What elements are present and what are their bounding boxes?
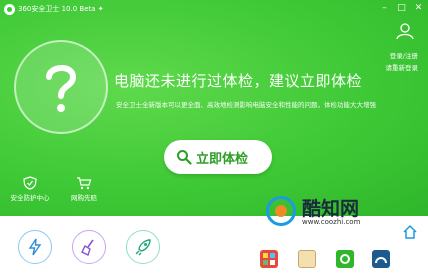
user-avatar-icon[interactable]: [394, 22, 416, 40]
watermark-url: www.coozhi.com: [302, 218, 361, 226]
app-window: 360安全卫士 10.0 Beta ✦ – □ ✕ 登录/注册 请重新登录 电脑…: [0, 0, 428, 273]
app-logo-icon: [4, 4, 15, 15]
watermark: 酷知网 www.coozhi.com: [262, 190, 402, 238]
status-panel: 360安全卫士 10.0 Beta ✦ – □ ✕ 登录/注册 请重新登录 电脑…: [0, 0, 428, 216]
watermark-name: 酷知网: [302, 198, 360, 220]
software-manager-icon[interactable]: [336, 250, 354, 268]
question-mark-icon: [46, 65, 77, 112]
watermark-logo-icon: [266, 196, 296, 226]
search-icon: [177, 150, 192, 165]
cleanup-button[interactable]: [72, 230, 106, 264]
check-now-label: 立即体检: [196, 152, 249, 167]
window-controls: – □ ✕: [379, 3, 424, 14]
cart-icon: [77, 177, 92, 190]
shopping-compensation-label: 网购先赔: [71, 194, 97, 202]
close-button[interactable]: ✕: [413, 3, 424, 14]
security-center-shortcut[interactable]: 安全防护中心: [8, 176, 52, 212]
relogin-link[interactable]: 请重新登录: [386, 62, 419, 72]
security-center-label: 安全防护中心: [10, 194, 50, 202]
app-store-icon[interactable]: [260, 250, 278, 268]
login-link[interactable]: 登录/注册: [390, 50, 418, 60]
speedup-button[interactable]: [18, 230, 52, 264]
network-icon[interactable]: [372, 250, 390, 268]
acceleration-button[interactable]: [126, 230, 160, 264]
home-icon[interactable]: [402, 224, 418, 240]
title-bar: 360安全卫士 10.0 Beta ✦ – □ ✕: [0, 0, 428, 20]
user-profile-icon[interactable]: [298, 250, 316, 268]
status-description: 安全卫士全新版本可以更全面、高效地检测影响电脑安全和性能的问题，体检功能大大增强: [116, 101, 376, 109]
window-title: 360安全卫士 10.0 Beta ✦: [18, 5, 104, 13]
shield-icon: [23, 176, 37, 190]
status-headline: 电脑还未进行过体检，建议立即体检: [114, 72, 363, 90]
lightning-icon: [28, 238, 42, 256]
status-indicator: [14, 40, 108, 134]
maximize-button[interactable]: □: [396, 3, 407, 14]
broom-icon: [81, 239, 94, 256]
shopping-compensation-shortcut[interactable]: 网购先赔: [62, 176, 106, 212]
minimize-button[interactable]: –: [379, 3, 390, 14]
rocket-icon: [135, 239, 151, 256]
check-now-button[interactable]: 立即体检: [164, 140, 272, 174]
